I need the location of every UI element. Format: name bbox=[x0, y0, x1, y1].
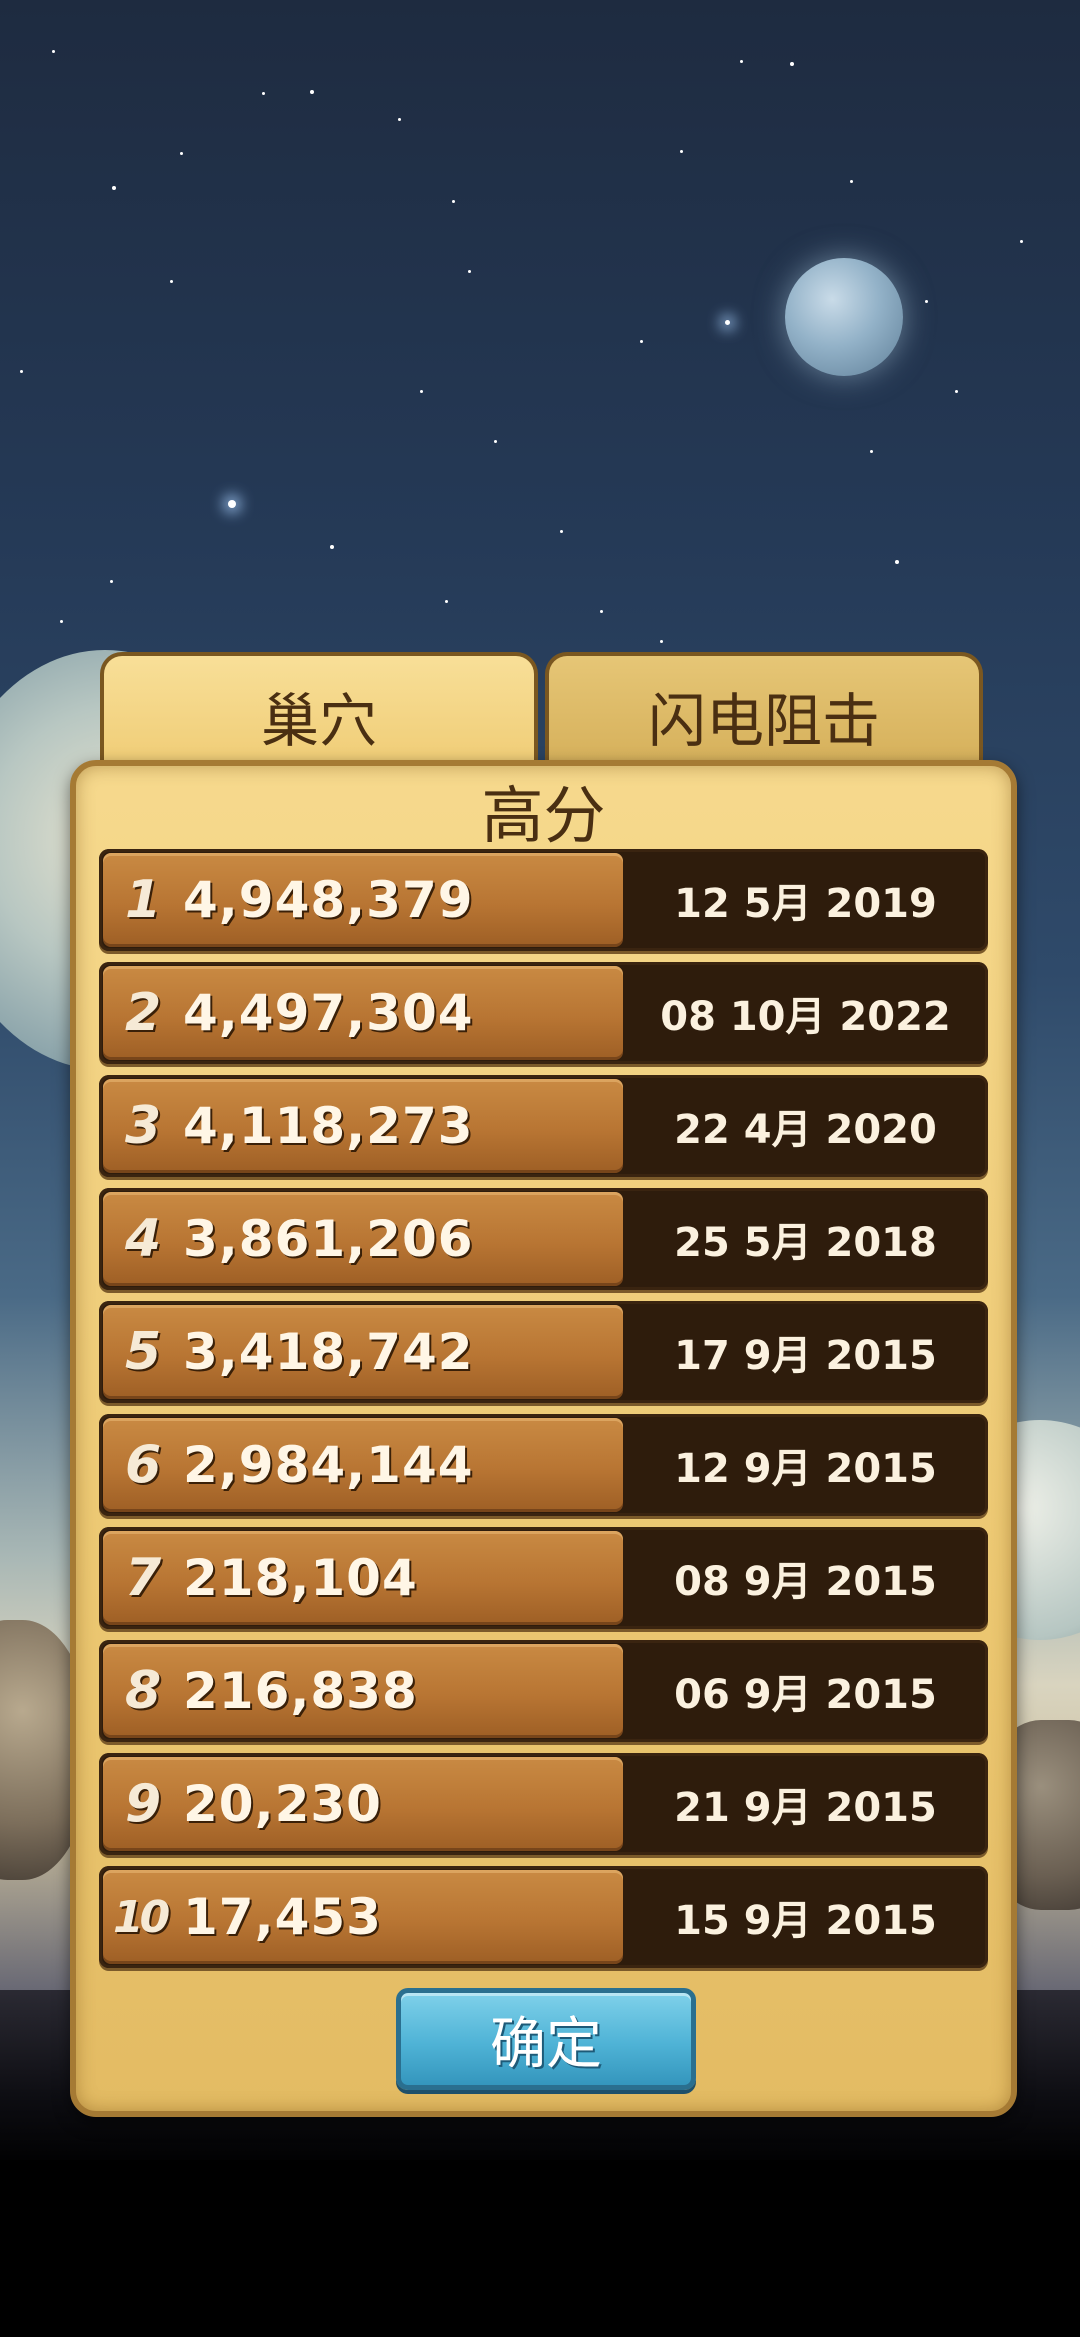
star bbox=[680, 150, 683, 153]
score-row-plank: 9 20,230 bbox=[103, 1757, 623, 1851]
score-date: 21 9月 2015 bbox=[674, 1785, 937, 1831]
star bbox=[20, 370, 23, 373]
moon bbox=[785, 258, 903, 376]
confirm-button-label: 确定 bbox=[490, 2011, 602, 2077]
star bbox=[870, 450, 873, 453]
score-row: 10 17,453 15 9月 2015 bbox=[99, 1866, 988, 1968]
star bbox=[110, 580, 113, 583]
score-row: 6 2,984,144 12 9月 2015 bbox=[99, 1414, 988, 1516]
star bbox=[420, 390, 423, 393]
score-rank: 5 bbox=[125, 1322, 162, 1382]
score-value: 3,861,206 bbox=[183, 1210, 474, 1268]
score-value: 218,104 bbox=[183, 1549, 418, 1607]
highscore-panel: 高分 1 4,948,379 12 5月 2019 2 4,497,304 08 10月 … bbox=[70, 760, 1017, 2117]
star bbox=[640, 340, 643, 343]
score-row-plank: 10 17,453 bbox=[103, 1870, 623, 1964]
score-row-plank: 8 216,838 bbox=[103, 1644, 623, 1738]
score-value: 20,230 bbox=[183, 1775, 382, 1833]
score-row: 1 4,948,379 12 5月 2019 bbox=[99, 849, 988, 951]
star bbox=[262, 92, 265, 95]
score-rank: 2 bbox=[125, 983, 162, 1043]
score-row: 8 216,838 06 9月 2015 bbox=[99, 1640, 988, 1742]
score-date: 12 9月 2015 bbox=[674, 1446, 937, 1492]
score-date: 06 9月 2015 bbox=[674, 1672, 937, 1718]
score-date: 17 9月 2015 bbox=[674, 1333, 937, 1379]
score-value: 2,984,144 bbox=[183, 1436, 474, 1494]
star bbox=[170, 280, 173, 283]
star bbox=[112, 186, 116, 190]
score-row-plank: 2 4,497,304 bbox=[103, 966, 623, 1060]
score-date: 08 9月 2015 bbox=[674, 1559, 937, 1605]
score-date: 12 5月 2019 bbox=[674, 881, 937, 927]
score-value: 216,838 bbox=[183, 1662, 418, 1720]
score-value: 3,418,742 bbox=[183, 1323, 474, 1381]
star bbox=[330, 545, 334, 549]
score-rank: 8 bbox=[125, 1661, 162, 1721]
star bbox=[660, 640, 663, 643]
score-row-plank: 7 218,104 bbox=[103, 1531, 623, 1625]
score-row-plank: 1 4,948,379 bbox=[103, 853, 623, 947]
star bbox=[560, 530, 563, 533]
tab-lightning-label: 闪电阻击 bbox=[647, 687, 880, 755]
tab-nest[interactable]: 巢穴 bbox=[100, 652, 538, 776]
star bbox=[725, 320, 730, 325]
tab-lightning[interactable]: 闪电阻击 bbox=[545, 652, 983, 776]
star bbox=[310, 90, 314, 94]
star bbox=[925, 300, 928, 303]
score-row: 2 4,497,304 08 10月 2022 bbox=[99, 962, 988, 1064]
score-row: 7 218,104 08 9月 2015 bbox=[99, 1527, 988, 1629]
star bbox=[180, 152, 183, 155]
score-rank: 7 bbox=[125, 1548, 162, 1608]
star bbox=[600, 610, 603, 613]
score-value: 4,497,304 bbox=[183, 984, 474, 1042]
star bbox=[60, 620, 63, 623]
confirm-button[interactable]: 确定 bbox=[396, 1988, 696, 2090]
star bbox=[494, 440, 497, 443]
score-row-plank: 4 3,861,206 bbox=[103, 1192, 623, 1286]
score-row: 9 20,230 21 9月 2015 bbox=[99, 1753, 988, 1855]
score-value: 17,453 bbox=[183, 1888, 382, 1946]
score-rank: 1 bbox=[125, 870, 162, 930]
score-value: 4,948,379 bbox=[183, 871, 474, 929]
score-rank: 9 bbox=[125, 1774, 162, 1834]
score-row-plank: 3 4,118,273 bbox=[103, 1079, 623, 1173]
star bbox=[895, 560, 899, 564]
star bbox=[850, 180, 853, 183]
star bbox=[445, 600, 448, 603]
star bbox=[52, 50, 55, 53]
score-date: 08 10月 2022 bbox=[660, 994, 951, 1040]
score-row-plank: 6 2,984,144 bbox=[103, 1418, 623, 1512]
star bbox=[228, 500, 236, 508]
score-row: 3 4,118,273 22 4月 2020 bbox=[99, 1075, 988, 1177]
star bbox=[452, 200, 455, 203]
star bbox=[955, 390, 958, 393]
score-value: 4,118,273 bbox=[183, 1097, 474, 1155]
star bbox=[790, 62, 794, 66]
star bbox=[398, 118, 401, 121]
score-rank: 6 bbox=[125, 1435, 162, 1495]
score-rank: 10 bbox=[113, 1891, 170, 1943]
score-date: 15 9月 2015 bbox=[674, 1898, 937, 1944]
score-rank: 4 bbox=[125, 1209, 162, 1269]
star bbox=[468, 270, 471, 273]
score-date: 22 4月 2020 bbox=[674, 1107, 937, 1153]
star bbox=[1020, 240, 1023, 243]
panel-title: 高分 bbox=[481, 779, 606, 852]
score-date: 25 5月 2018 bbox=[674, 1220, 937, 1266]
star bbox=[740, 60, 743, 63]
score-row: 5 3,418,742 17 9月 2015 bbox=[99, 1301, 988, 1403]
score-rank: 3 bbox=[125, 1096, 162, 1156]
score-row-plank: 5 3,418,742 bbox=[103, 1305, 623, 1399]
score-row: 4 3,861,206 25 5月 2018 bbox=[99, 1188, 988, 1290]
tab-nest-label: 巢穴 bbox=[260, 687, 377, 755]
